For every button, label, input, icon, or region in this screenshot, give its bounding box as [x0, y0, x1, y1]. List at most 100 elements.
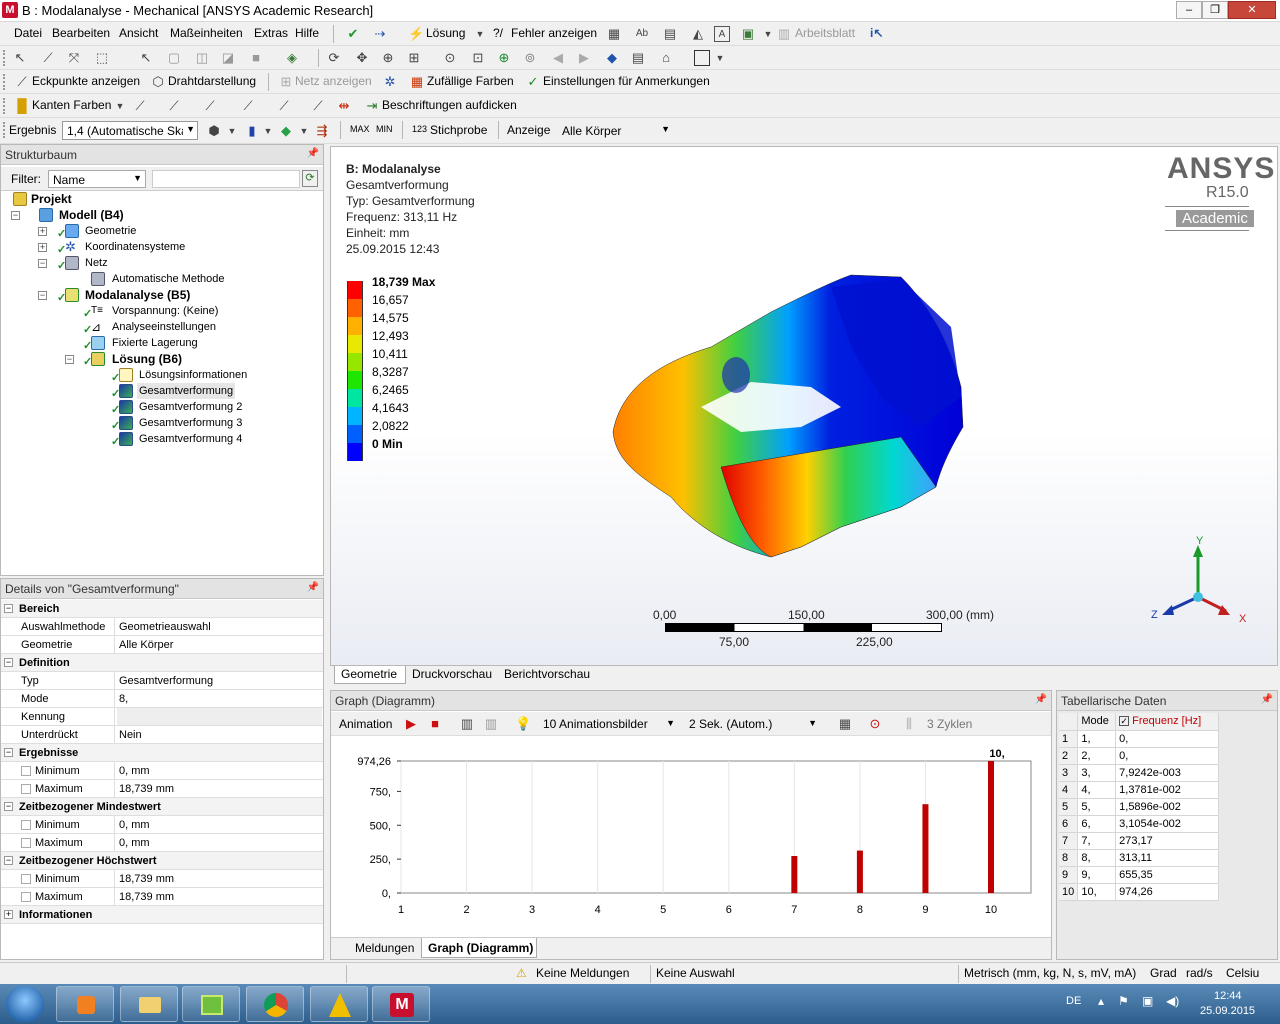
random-colors-button[interactable]: Zufällige Farben — [427, 74, 514, 88]
table-row[interactable]: 9 9, 655,35 — [1059, 866, 1219, 884]
status-rotational-velocity[interactable]: rad/s — [1186, 966, 1213, 980]
edge-style1-icon[interactable]: ⟋ — [132, 98, 148, 114]
collapse-toggle[interactable]: − — [38, 259, 47, 268]
app-icon[interactable]: M — [2, 2, 18, 18]
annotation-prefs-icon[interactable]: ✓ — [525, 74, 541, 90]
tab-geometrie[interactable]: Geometrie — [334, 666, 406, 684]
edge-colors-button[interactable]: Kanten Farben — [32, 98, 111, 112]
tree-node-modalanalyse[interactable]: Modalanalyse (B5) — [85, 287, 190, 303]
display-select[interactable]: Alle Körper ▼ — [558, 121, 674, 140]
tree-node-netz[interactable]: Netz — [85, 255, 108, 271]
show-errors-button[interactable]: Fehler anzeigen — [511, 26, 597, 40]
thin-icon[interactable]: ⟋ — [310, 98, 326, 114]
image-icon[interactable]: ◭ — [690, 26, 706, 42]
collapse-toggle[interactable]: − — [38, 291, 47, 300]
vertex-select-icon[interactable]: ◪ — [220, 50, 236, 66]
errors-icon[interactable]: ?/ — [493, 26, 503, 40]
minimize-button[interactable]: – — [1176, 1, 1202, 19]
messages-icon[interactable]: ⚠ — [516, 966, 527, 980]
distributed-frames-icon[interactable]: ▥ — [459, 716, 475, 732]
frequency-bar[interactable] — [856, 850, 863, 893]
detail-row[interactable]: Minimum 18,739 mm — [1, 870, 323, 888]
edge-style2-icon[interactable]: ⟋ — [166, 98, 182, 114]
chevron-down-icon[interactable]: ▼ — [760, 26, 776, 42]
start-button[interactable] — [6, 986, 44, 1022]
pin-icon[interactable]: 📌 — [1261, 694, 1273, 705]
zoom-to-fit-icon[interactable]: ⊙ — [867, 716, 883, 732]
detail-row[interactable]: Minimum 0, mm — [1, 762, 323, 780]
volume-icon[interactable]: ◀) — [1166, 994, 1179, 1008]
refresh-icon[interactable]: ⟳ — [302, 170, 318, 187]
set-view-icon[interactable]: ▤ — [630, 50, 646, 66]
tag-icon[interactable]: ⌂ — [658, 50, 674, 66]
thicken-icon[interactable]: ⇥ — [364, 98, 380, 114]
table-row[interactable]: 8 8, 313,11 — [1059, 849, 1219, 867]
face-select-icon[interactable]: ▢ — [166, 50, 182, 66]
axis-triad[interactable] — [1146, 535, 1246, 625]
tab-meldungen[interactable]: Meldungen — [351, 938, 419, 958]
menu-ansicht[interactable]: Ansicht — [119, 26, 158, 40]
pan-icon[interactable]: ✥ — [354, 50, 370, 66]
frequency-bar[interactable] — [922, 804, 929, 893]
result-scale-select[interactable]: 1,4 (Automatische Skal ▼ — [62, 121, 198, 140]
select-edge-icon[interactable]: ⟋ — [40, 50, 56, 66]
taskbar-workbench[interactable] — [182, 986, 240, 1022]
table-row[interactable]: 4 4, 1,3781e-002 — [1059, 781, 1219, 799]
chevron-down-icon[interactable]: ▼ — [260, 123, 276, 139]
taskbar-ansys[interactable] — [310, 986, 368, 1022]
frequency-table[interactable]: Mode ✓ Frequenz [Hz] 1 1, 0, 2 2, 0, 3 3, 7,9242e… — [1059, 713, 1219, 901]
iso-view-icon[interactable]: ◆ — [604, 50, 620, 66]
chart-icon[interactable]: ▤ — [662, 26, 678, 42]
check-icon[interactable]: ✔ — [345, 26, 361, 42]
detail-row[interactable]: Auswahlmethode Geometrieauswahl — [1, 618, 323, 636]
edges-icon[interactable]: ◆ — [278, 123, 294, 139]
show-mesh-button[interactable]: Netz anzeigen — [295, 74, 372, 88]
edge-select-icon[interactable]: ◫ — [194, 50, 210, 66]
frequency-bar[interactable] — [988, 761, 994, 893]
taskbar-mechanical[interactable]: M — [372, 986, 430, 1022]
group-informationen[interactable]: + Informationen — [1, 906, 323, 924]
geometry-display-icon[interactable]: ⬢ — [206, 123, 222, 139]
rotate-icon[interactable]: ⟳ — [326, 50, 342, 66]
contour-icon[interactable]: ▮ — [244, 123, 260, 139]
tree-node-modell[interactable]: Modell (B4) — [59, 207, 124, 223]
table-row[interactable]: 7 7, 273,17 — [1059, 832, 1219, 850]
vertex-icon[interactable]: ⟋ — [14, 74, 30, 90]
probe-button[interactable]: Stichprobe — [430, 123, 487, 137]
zoom-icon[interactable]: ⊕ — [380, 50, 396, 66]
probe-icon[interactable]: 123 — [412, 124, 427, 134]
detail-row[interactable]: Unterdrückt Nein — [1, 726, 323, 744]
thicken-button[interactable]: Beschriftungen aufdicken — [382, 98, 517, 112]
tree-node-projekt[interactable]: Projekt — [31, 191, 72, 207]
column-checkbox[interactable]: ✓ — [1119, 716, 1130, 727]
group-ergebnisse[interactable]: − Ergebnisse — [1, 744, 323, 762]
random-colors-icon[interactable]: ▦ — [409, 74, 425, 90]
chevron-down-icon[interactable]: ▼ — [296, 123, 312, 139]
taskbar-explorer[interactable] — [120, 986, 178, 1022]
status-angle[interactable]: Grad — [1150, 966, 1177, 980]
annotation-prefs-button[interactable]: Einstellungen für Anmerkungen — [543, 74, 710, 88]
annotation-icon[interactable]: A — [714, 26, 730, 42]
detail-row[interactable]: Kennung — [1, 708, 323, 726]
tree-node-gesamtverformung-4[interactable]: Gesamtverformung 4 — [139, 431, 242, 447]
tab-graph[interactable]: Graph (Diagramm) — [421, 938, 537, 958]
select-vertex-icon[interactable]: ⤧ — [66, 50, 82, 66]
taskbar-chrome[interactable] — [246, 986, 304, 1022]
previous-view-icon[interactable]: ◀ — [550, 50, 566, 66]
export-icon[interactable]: ⇢ — [372, 26, 388, 42]
cursor-icon[interactable]: ↖ — [138, 50, 154, 66]
worksheet-icon[interactable]: ▥ — [776, 26, 792, 42]
magnifier-icon[interactable]: ⊚ — [522, 50, 538, 66]
result-frames-icon[interactable]: ▥ — [483, 716, 499, 732]
chevron-down-icon[interactable]: ▼ — [112, 98, 128, 114]
close-button[interactable]: ✕ — [1228, 1, 1276, 19]
edge-style5-icon[interactable]: ⟋ — [276, 98, 292, 114]
zoom-box-icon[interactable]: ⊞ — [406, 50, 422, 66]
max-icon[interactable]: MAX — [350, 124, 370, 134]
flag-icon[interactable]: ⚑ — [1118, 994, 1129, 1008]
tree-node-analyseeinstellungen[interactable]: Analyseeinstellungen — [112, 319, 216, 335]
chevron-down-icon[interactable]: ▼ — [472, 26, 488, 42]
edge-colors-icon[interactable]: █ — [14, 98, 30, 114]
play-icon[interactable]: ▶ — [403, 716, 419, 732]
parameter-checkbox[interactable] — [21, 838, 31, 848]
